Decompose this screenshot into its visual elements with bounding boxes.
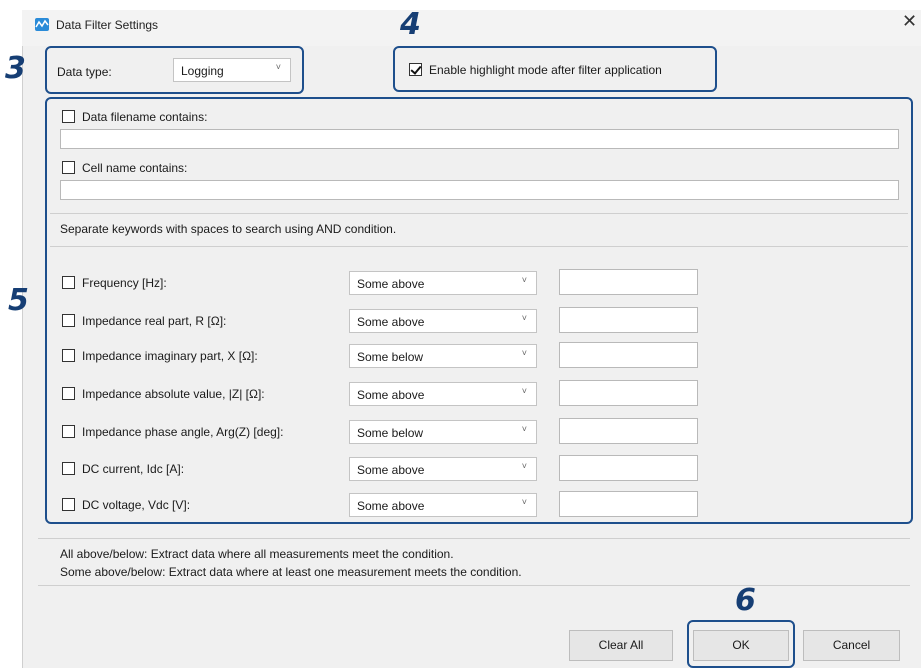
note-all: All above/below: Extract data where all … — [60, 547, 454, 561]
condition-mode-value: Some above — [357, 499, 425, 513]
step-number-4: 4 — [400, 7, 421, 42]
condition-mode-select[interactable]: Some above ˅ — [349, 271, 537, 295]
condition-mode-value: Some above — [357, 463, 425, 477]
condition-checkbox[interactable] — [62, 314, 75, 327]
condition-mode-select[interactable]: Some above ˅ — [349, 493, 537, 517]
data-type-select[interactable]: Logging ˅ — [173, 58, 291, 82]
divider — [50, 246, 908, 247]
cellname-input[interactable] — [60, 180, 899, 200]
waveform-icon — [35, 18, 49, 31]
condition-value-input[interactable] — [559, 269, 698, 295]
condition-label: Impedance real part, R [Ω]: — [82, 314, 227, 328]
condition-value-input[interactable] — [559, 342, 698, 368]
condition-value-input[interactable] — [559, 380, 698, 406]
highlight-checkbox[interactable] — [409, 63, 422, 76]
condition-checkbox[interactable] — [62, 498, 75, 511]
condition-label: Impedance absolute value, |Z| [Ω]: — [82, 387, 265, 401]
window-title: Data Filter Settings — [56, 18, 159, 32]
condition-label: Frequency [Hz]: — [82, 276, 167, 290]
condition-mode-value: Some above — [357, 277, 425, 291]
filename-input[interactable] — [60, 129, 899, 149]
condition-mode-select[interactable]: Some above ˅ — [349, 382, 537, 406]
chevron-down-icon: ˅ — [521, 424, 527, 434]
divider — [50, 213, 908, 214]
condition-checkbox[interactable] — [62, 425, 75, 438]
data-type-value: Logging — [181, 64, 224, 78]
chevron-down-icon: ˅ — [521, 386, 527, 396]
note-some: Some above/below: Extract data where at … — [60, 565, 522, 579]
condition-mode-select[interactable]: Some below ˅ — [349, 420, 537, 444]
condition-checkbox[interactable] — [62, 349, 75, 362]
divider — [38, 585, 910, 586]
condition-label: Impedance phase angle, Arg(Z) [deg]: — [82, 425, 284, 439]
step-number-6: 6 — [735, 583, 756, 618]
chevron-down-icon: ˅ — [521, 275, 527, 285]
condition-value-input[interactable] — [559, 418, 698, 444]
step-number-5: 5 — [8, 283, 29, 318]
condition-value-input[interactable] — [559, 455, 698, 481]
condition-mode-value: Some below — [357, 426, 424, 440]
filename-label: Data filename contains: — [82, 110, 208, 124]
chevron-down-icon: ˅ — [521, 497, 527, 507]
clear-all-button[interactable]: Clear All — [569, 630, 673, 661]
condition-mode-value: Some above — [357, 388, 425, 402]
ok-button[interactable]: OK — [693, 630, 789, 661]
filename-checkbox[interactable] — [62, 110, 75, 123]
condition-mode-value: Some below — [357, 350, 424, 364]
step-number-3: 3 — [5, 51, 26, 86]
chevron-down-icon: ˅ — [275, 62, 281, 72]
keyword-hint: Separate keywords with spaces to search … — [60, 222, 397, 236]
chevron-down-icon: ˅ — [521, 348, 527, 358]
condition-checkbox[interactable] — [62, 462, 75, 475]
condition-checkbox[interactable] — [62, 276, 75, 289]
condition-mode-select[interactable]: Some above ˅ — [349, 309, 537, 333]
divider — [38, 538, 910, 539]
condition-mode-select[interactable]: Some below ˅ — [349, 344, 537, 368]
condition-mode-select[interactable]: Some above ˅ — [349, 457, 537, 481]
condition-checkbox[interactable] — [62, 387, 75, 400]
cancel-button[interactable]: Cancel — [803, 630, 900, 661]
cellname-checkbox[interactable] — [62, 161, 75, 174]
condition-label: DC current, Idc [A]: — [82, 462, 185, 476]
condition-label: DC voltage, Vdc [V]: — [82, 498, 191, 512]
condition-mode-value: Some above — [357, 315, 425, 329]
highlight-label: Enable highlight mode after filter appli… — [429, 63, 662, 77]
chevron-down-icon: ˅ — [521, 461, 527, 471]
cellname-label: Cell name contains: — [82, 161, 188, 175]
data-type-label: Data type: — [57, 65, 112, 79]
condition-label: Impedance imaginary part, X [Ω]: — [82, 349, 258, 363]
close-icon[interactable]: ✕ — [902, 12, 917, 30]
chevron-down-icon: ˅ — [521, 313, 527, 323]
condition-value-input[interactable] — [559, 307, 698, 333]
condition-value-input[interactable] — [559, 491, 698, 517]
